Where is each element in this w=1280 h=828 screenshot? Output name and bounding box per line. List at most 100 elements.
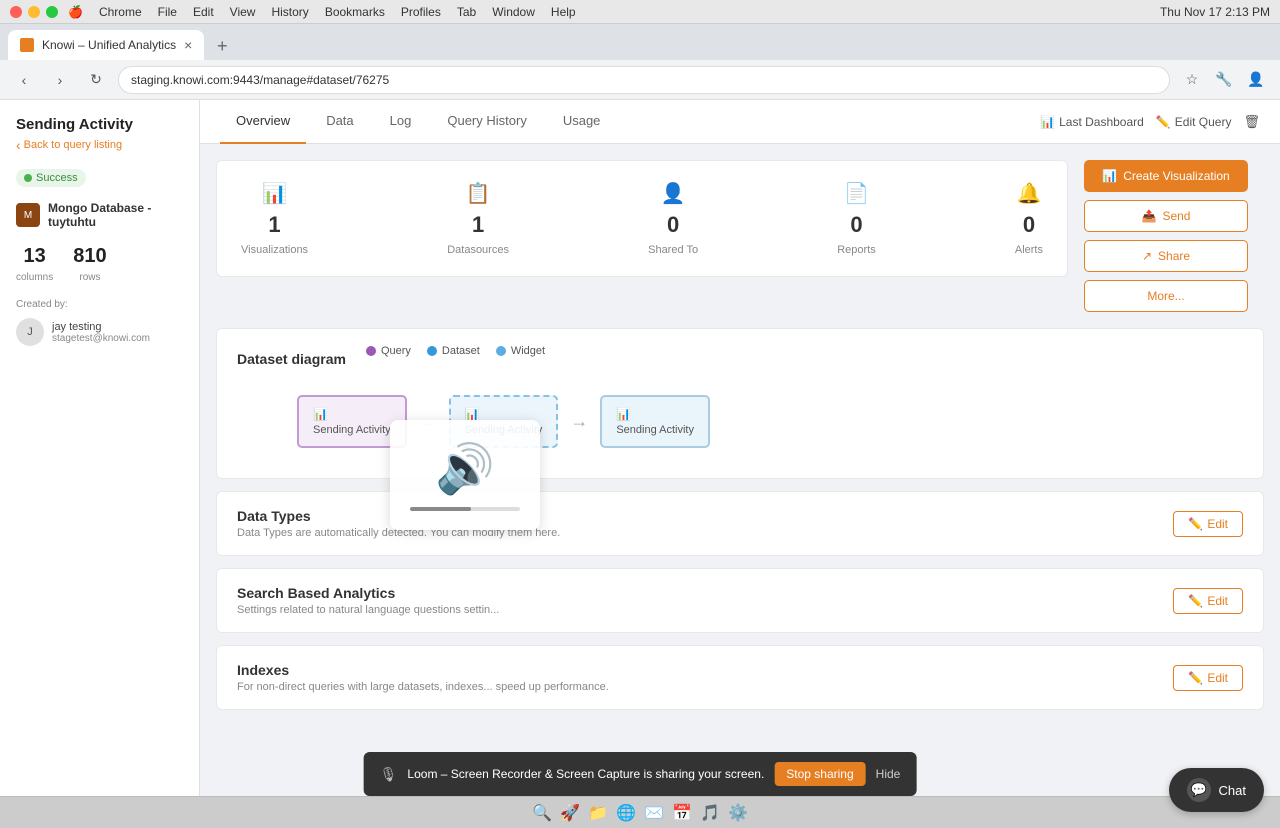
address-bar[interactable]: staging.knowi.com:9443/manage#dataset/76…: [118, 66, 1170, 94]
menu-chrome[interactable]: Chrome: [99, 5, 142, 19]
diagram-arrow-2: →: [570, 411, 588, 432]
tab-usage[interactable]: Usage: [547, 100, 617, 144]
dock-app-8[interactable]: ⚙️: [726, 801, 750, 825]
active-tab[interactable]: Knowi – Unified Analytics ×: [8, 30, 204, 60]
top-nav-actions: 📊 Last Dashboard ✏️ Edit Query 🗑: [1040, 114, 1260, 130]
main-content: Overview Data Log Query History Usage 📊 …: [200, 100, 1280, 796]
tab-query-history[interactable]: Query History: [431, 100, 542, 144]
mac-window-controls[interactable]: [10, 6, 58, 18]
menu-view[interactable]: View: [230, 5, 256, 19]
back-to-query-link[interactable]: Back to query listing: [16, 137, 183, 153]
rows-label: rows: [79, 272, 100, 283]
last-dashboard-label: Last Dashboard: [1059, 115, 1144, 129]
reports-number: 0: [850, 212, 862, 238]
bookmark-icon[interactable]: ☆: [1178, 66, 1206, 94]
visualizations-icon: 📊: [262, 181, 287, 206]
tab-close-icon[interactable]: ×: [184, 37, 192, 53]
indexes-edit-button[interactable]: ✏️ Edit: [1173, 665, 1243, 691]
rows-number: 810: [73, 245, 106, 268]
dock-app-7[interactable]: 🎵: [698, 801, 722, 825]
stop-sharing-button[interactable]: Stop sharing: [774, 762, 865, 786]
top-navigation: Overview Data Log Query History Usage 📊 …: [200, 100, 1280, 144]
dashboard-icon: 📊: [1040, 115, 1055, 129]
tab-overview[interactable]: Overview: [220, 100, 306, 144]
menu-apple[interactable]: 🍎: [68, 5, 83, 19]
user-name: jay testing: [52, 321, 150, 333]
indexes-title: Indexes: [237, 662, 609, 678]
menu-profiles[interactable]: Profiles: [401, 5, 441, 19]
datasources-number: 1: [472, 212, 484, 238]
widget-node-icon: 📊: [616, 407, 694, 421]
new-tab-button[interactable]: +: [208, 32, 236, 60]
notification-bar: 🎙 Loom – Screen Recorder & Screen Captur…: [364, 752, 917, 796]
edit-pencil-icon-3: ✏️: [1188, 671, 1203, 685]
visualizations-stat: 📊 1 Visualizations: [241, 181, 308, 256]
dock-app-3[interactable]: 📁: [586, 801, 610, 825]
dock-finder[interactable]: 🔍: [530, 801, 554, 825]
share-button[interactable]: ↗ Share: [1084, 240, 1248, 272]
delete-icon[interactable]: 🗑: [1243, 114, 1260, 130]
menu-window[interactable]: Window: [492, 5, 535, 19]
menu-bookmarks[interactable]: Bookmarks: [325, 5, 385, 19]
sidebar-title: Sending Activity: [16, 116, 183, 133]
alerts-stat: 🔔 0 Alerts: [1015, 181, 1043, 256]
edit-query-label: Edit Query: [1175, 115, 1232, 129]
chat-circle-icon: 💬: [1187, 778, 1211, 802]
menu-history[interactable]: History: [271, 5, 308, 19]
creator-info: J jay testing stagetest@knowi.com: [16, 318, 183, 346]
chat-button[interactable]: 💬 Chat: [1169, 768, 1264, 812]
dataset-node-icon: 📊: [465, 407, 543, 421]
legend-widget-label: Widget: [511, 345, 545, 357]
close-btn[interactable]: [10, 6, 22, 18]
search-analytics-edit-label: Edit: [1207, 594, 1228, 608]
dock-app-6[interactable]: 📅: [670, 801, 694, 825]
legend-query: Query: [366, 345, 411, 357]
notification-text: Loom – Screen Recorder & Screen Capture …: [407, 767, 764, 781]
diagram-node-widget[interactable]: 📊 Sending Activity: [600, 395, 710, 448]
maximize-btn[interactable]: [46, 6, 58, 18]
edit-pencil-icon-2: ✏️: [1188, 594, 1203, 608]
hide-notification-button[interactable]: Hide: [876, 767, 901, 781]
last-dashboard-link[interactable]: 📊 Last Dashboard: [1040, 115, 1144, 129]
edit-query-link[interactable]: ✏️ Edit Query: [1156, 115, 1232, 129]
more-button[interactable]: More...: [1084, 280, 1248, 312]
dock-app-5[interactable]: ✉️: [642, 801, 666, 825]
menu-help[interactable]: Help: [551, 5, 576, 19]
status-text: Success: [36, 172, 78, 184]
send-button[interactable]: 📤 Send: [1084, 200, 1248, 232]
tab-data[interactable]: Data: [310, 100, 369, 144]
diagram-title: Dataset diagram: [237, 351, 346, 367]
menu-file[interactable]: File: [158, 5, 177, 19]
menu-edit[interactable]: Edit: [193, 5, 214, 19]
legend-widget: Widget: [496, 345, 545, 357]
data-types-edit-button[interactable]: ✏️ Edit: [1173, 511, 1243, 537]
legend-dot-query: [366, 346, 376, 356]
tab-favicon: [20, 38, 34, 52]
mac-menu-bar: 🍎 Chrome File Edit View History Bookmark…: [68, 5, 576, 19]
profile-icon[interactable]: 👤: [1242, 66, 1270, 94]
dock-launchpad[interactable]: 🚀: [558, 801, 582, 825]
back-button[interactable]: ‹: [10, 66, 38, 94]
search-analytics-edit-button[interactable]: ✏️ Edit: [1173, 588, 1243, 614]
extension-icon[interactable]: 🔧: [1210, 66, 1238, 94]
create-visualization-button[interactable]: 📊 Create Visualization: [1084, 160, 1248, 192]
minimize-btn[interactable]: [28, 6, 40, 18]
tab-log[interactable]: Log: [374, 100, 428, 144]
menu-tab[interactable]: Tab: [457, 5, 476, 19]
visualizations-label: Visualizations: [241, 244, 308, 256]
refresh-button[interactable]: ↻: [82, 66, 110, 94]
diagram-section: Dataset diagram Query Dataset: [217, 329, 1263, 478]
shared-to-number: 0: [667, 212, 679, 238]
search-analytics-card: Search Based Analytics Settings related …: [216, 568, 1264, 633]
share-label: Share: [1158, 249, 1190, 263]
columns-label: columns: [16, 272, 53, 283]
forward-button[interactable]: ›: [46, 66, 74, 94]
sound-speaker-icon: 🔊: [435, 440, 495, 497]
data-types-header: Data Types Data Types are automatically …: [217, 492, 1263, 555]
reports-icon: 📄: [844, 181, 869, 206]
data-types-card: Data Types Data Types are automatically …: [216, 491, 1264, 556]
alerts-number: 0: [1023, 212, 1035, 238]
dock-app-4[interactable]: 🌐: [614, 801, 638, 825]
share-icon: ↗: [1142, 249, 1152, 263]
diagram-nodes: 📊 Sending Activity → 📊 Sending Activity …: [237, 385, 1243, 458]
